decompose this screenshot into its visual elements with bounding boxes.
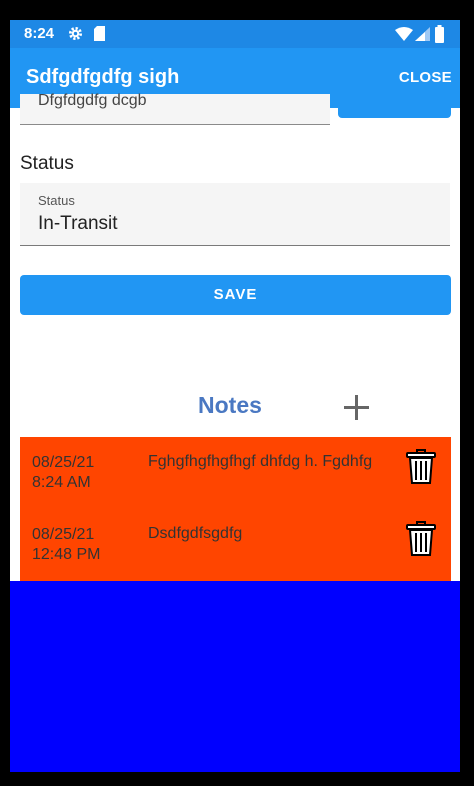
signal-icon — [415, 27, 430, 41]
note-text: Dsdfgdfsgdfg — [148, 525, 243, 542]
note-time: 8:24 AM — [32, 474, 91, 491]
note-time: 12:48 PM — [32, 546, 101, 563]
note-date: 08/25/21 — [32, 454, 95, 471]
list-item[interactable]: 08/25/21 12:48 PM Dsdfgdfsgdfg — [20, 509, 451, 581]
trash-icon[interactable] — [406, 449, 436, 485]
status-field-label: Status — [38, 193, 75, 208]
note-datetime: 08/25/21 12:48 PM — [32, 525, 100, 565]
sd-card-icon — [94, 26, 105, 41]
previous-button[interactable] — [338, 98, 451, 118]
notes-list: 08/25/21 8:24 AM Fghgfhgfhgfhgf dhfdg h.… — [20, 437, 451, 581]
gear-icon — [68, 26, 83, 41]
status-section-label: Status — [20, 153, 74, 174]
wifi-icon — [395, 27, 413, 41]
close-button[interactable]: CLOSE — [399, 69, 452, 86]
phone-screen: 8:24 Sdfgdfgdfg sigh CLOSE Dfgfdgdfg dcg… — [10, 20, 460, 772]
trash-icon[interactable] — [406, 521, 436, 557]
notes-title: Notes — [198, 392, 262, 418]
status-field[interactable]: Status In-Transit — [20, 183, 450, 246]
plus-icon[interactable] — [343, 394, 370, 421]
previous-text-field[interactable]: Dfgfdgdfg dcgb — [20, 92, 330, 125]
note-datetime: 08/25/21 8:24 AM — [32, 453, 94, 493]
status-time: 8:24 — [24, 25, 55, 42]
status-bar: 8:24 — [10, 20, 460, 48]
battery-icon — [435, 25, 444, 43]
status-field-value: In-Transit — [38, 213, 118, 234]
previous-field-value: Dfgfdgdfg dcgb — [38, 92, 147, 109]
form-content: Dfgfdgdfg dcgb Status Status In-Transit … — [10, 92, 460, 772]
note-date: 08/25/21 — [32, 526, 95, 543]
list-item[interactable]: 08/25/21 8:24 AM Fghgfhgfhgfhgf dhfdg h.… — [20, 437, 451, 509]
note-text: Fghgfhgfhgfhgf dhfdg h. Fgdhfg — [148, 453, 373, 470]
save-button[interactable]: SAVE — [20, 275, 451, 315]
page-title: Sdfgdfgdfg sigh — [26, 66, 180, 88]
bottom-blue-panel — [10, 581, 460, 772]
